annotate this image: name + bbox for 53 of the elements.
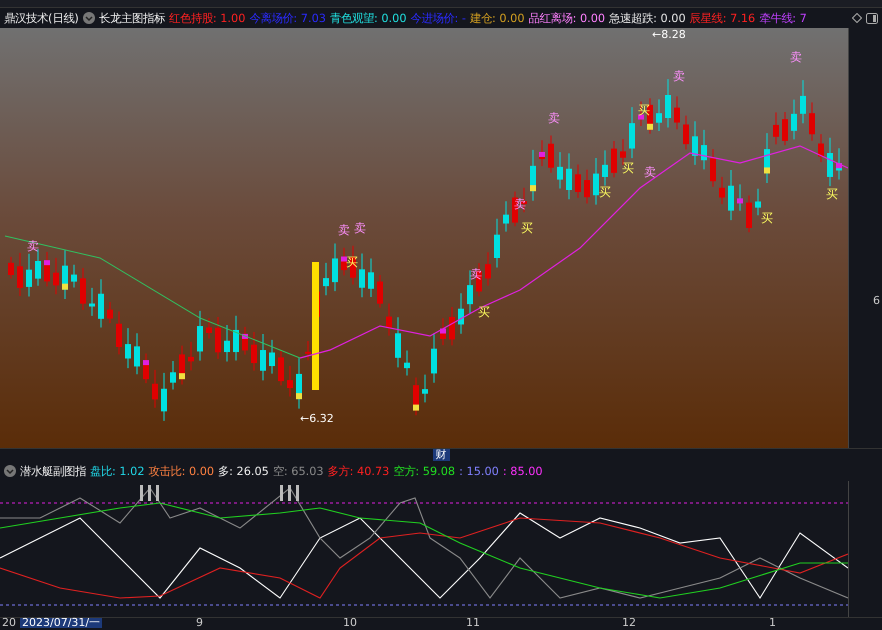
sell-signal: 卖 <box>354 222 366 235</box>
cursor-date-label: 2023/07/31/一 <box>20 618 102 628</box>
indicator-reading: 多方: 40.73 <box>328 464 390 478</box>
sell-signal: 卖 <box>790 51 802 64</box>
high-price-label: ←8.28 <box>652 28 686 41</box>
sell-signal: 卖 <box>514 198 526 211</box>
low-price-label: ←6.32 <box>300 412 334 425</box>
buy-signal: 买 <box>346 256 358 269</box>
sell-signal: 卖 <box>548 112 560 125</box>
indicator-reading: 盘比: 1.02 <box>90 464 145 478</box>
stock-title: 鼎汉技术(日线) <box>4 10 79 26</box>
date-label: 11 <box>466 618 480 628</box>
indicator-reading: 红色持股: 1.00 <box>168 10 246 26</box>
indicator-reading: 多: 26.05 <box>218 464 269 478</box>
buy-signal: 买 <box>521 222 533 235</box>
indicator-reading: 品红离场: 0.00 <box>528 10 606 26</box>
indicator-reading: 今离场价: 7.03 <box>249 10 326 26</box>
indicator-reading: : 15.00 <box>459 464 499 478</box>
sell-signal: 卖 <box>470 268 482 281</box>
buy-signal: 买 <box>622 162 634 175</box>
indicator-reading: 辰星线: 7.16 <box>690 10 756 26</box>
histogram-bars <box>280 485 299 501</box>
buy-signal: 买 <box>761 212 773 225</box>
indicator-reading: 建仓: 0.00 <box>470 10 525 26</box>
indicator-reading: : 85.00 <box>502 464 543 478</box>
indicator-reading: 急速超跌: 0.00 <box>609 10 686 26</box>
sell-signal: 卖 <box>338 224 350 237</box>
price-axis-label: 6 <box>873 294 880 307</box>
indicator-reading: 青色观望: 0.00 <box>330 10 407 26</box>
buy-signal: 买 <box>599 186 611 199</box>
histogram-bars <box>140 485 159 501</box>
date-label: 12 <box>622 618 636 628</box>
indicator-name: 潜水艇副图指 <box>20 464 86 478</box>
date-label: 20 <box>2 618 16 628</box>
sell-signal: 卖 <box>644 166 656 179</box>
indicator-reading: 今进场价: - <box>410 10 466 26</box>
diamond-icon[interactable] <box>852 13 862 23</box>
chevron-circle-icon[interactable] <box>82 12 95 24</box>
buy-signal: 买 <box>478 306 490 319</box>
chevron-circle-icon[interactable] <box>4 465 16 477</box>
panel-toggle-icon[interactable] <box>866 12 878 24</box>
date-label: 9 <box>196 618 203 628</box>
buy-signal: 买 <box>826 188 838 201</box>
indicator-reading: 攻击比: 0.00 <box>148 464 214 478</box>
indicator-reading: 空: 65.03 <box>272 464 324 478</box>
sell-signal: 卖 <box>27 240 39 253</box>
indicator-reading: 空方: 59.08 <box>393 464 456 478</box>
divider-tab[interactable]: 财 <box>432 449 450 461</box>
sell-signal: 卖 <box>673 70 685 83</box>
date-label: 10 <box>343 618 357 628</box>
date-label: 1 <box>769 618 776 628</box>
indicator-name: 长龙主图指标 <box>98 10 165 26</box>
indicator-reading: 牵牛线: 7 <box>759 10 807 26</box>
